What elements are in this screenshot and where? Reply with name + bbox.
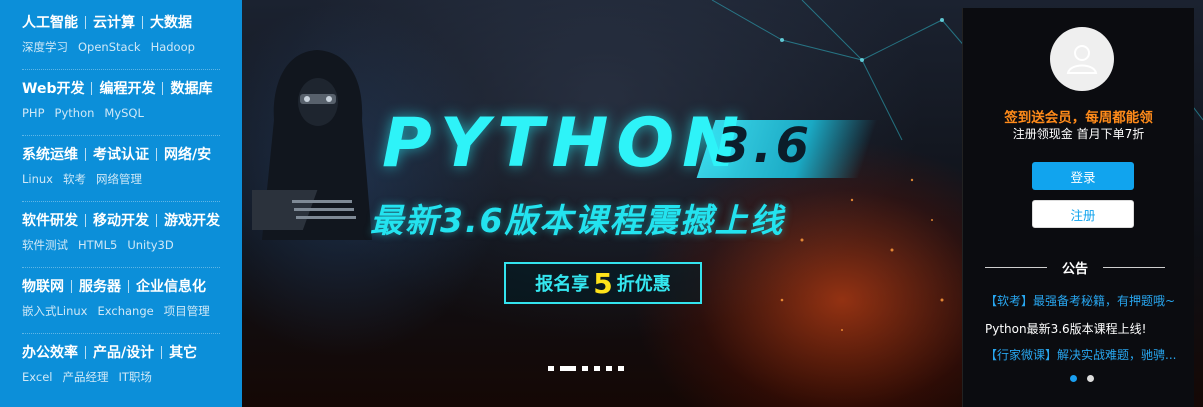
subcategory-link[interactable]: PHP	[22, 106, 45, 120]
divider	[161, 345, 163, 359]
divider	[91, 81, 93, 95]
category-link[interactable]: 产品/设计	[93, 342, 154, 362]
category-main-row: 物联网 服务器 企业信息化	[22, 274, 242, 298]
category-group: Web开发 编程开发 数据库 PHP Python MySQL	[22, 76, 242, 142]
divider	[985, 267, 1047, 268]
subcategory-link[interactable]: 网络管理	[96, 171, 142, 187]
category-main-row: 系统运维 考试认证 网络/安	[22, 142, 242, 166]
category-link[interactable]: 物联网	[22, 276, 64, 296]
subcategory-link[interactable]: OpenStack	[78, 40, 141, 54]
carousel-dot[interactable]	[582, 366, 588, 371]
category-link[interactable]: 其它	[169, 342, 197, 362]
subcategory-link[interactable]: MySQL	[104, 106, 144, 120]
divider	[85, 147, 86, 161]
category-main-row: Web开发 编程开发 数据库	[22, 76, 242, 100]
subcategory-link[interactable]: IT职场	[118, 369, 151, 385]
subcategory-link[interactable]: Hadoop	[151, 40, 195, 54]
login-button[interactable]: 登录	[1032, 162, 1134, 190]
subcategory-link[interactable]: Exchange	[98, 304, 154, 318]
promo-button[interactable]: 报名享 5 折优惠	[504, 262, 702, 304]
notice-title: 公告	[1062, 262, 1089, 277]
category-link[interactable]: Web开发	[22, 78, 84, 98]
subcategory-link[interactable]: 深度学习	[22, 39, 68, 55]
promo-number: 5	[593, 266, 613, 300]
notice-dot[interactable]	[1087, 375, 1094, 382]
category-sub-row: 嵌入式Linux Exchange 项目管理	[22, 302, 242, 320]
category-link[interactable]: 网络/安	[164, 144, 211, 164]
subcategory-link[interactable]: Unity3D	[127, 238, 173, 252]
category-link[interactable]: 大数据	[150, 12, 192, 32]
hacker-illustration	[252, 50, 372, 240]
divider	[162, 81, 164, 95]
notice-item[interactable]: Python最新3.6版本课程上线!	[985, 320, 1190, 337]
category-link[interactable]: 系统运维	[22, 144, 78, 164]
carousel-dot[interactable]	[548, 366, 554, 371]
category-sub-row: Linux 软考 网络管理	[22, 170, 242, 188]
carousel-dot[interactable]	[594, 366, 600, 371]
category-group: 软件研发 移动开发 游戏开发 软件测试 HTML5 Unity3D	[22, 208, 242, 274]
banner-subtitle: 最新3.6版本课程震撼上线	[370, 201, 785, 240]
promo-suffix: 折优惠	[616, 274, 671, 295]
subcategory-link[interactable]: 软件测试	[22, 237, 68, 253]
category-link[interactable]: 数据库	[170, 78, 212, 98]
divider	[71, 279, 72, 293]
subcategory-link[interactable]: Linux	[22, 172, 53, 186]
subcategory-link[interactable]: 软考	[63, 171, 86, 187]
register-button[interactable]: 注册	[1032, 200, 1134, 228]
subcategory-link[interactable]: Python	[55, 106, 95, 120]
category-link[interactable]: 办公效率	[22, 342, 78, 362]
category-link[interactable]: 企业信息化	[136, 276, 206, 296]
notice-item[interactable]: 【软考】最强备考秘籍，有押题哦~	[985, 292, 1190, 309]
category-link[interactable]: 云计算	[93, 12, 135, 32]
category-link[interactable]: 编程开发	[99, 78, 155, 98]
category-main-row: 软件研发 移动开发 游戏开发	[22, 208, 242, 232]
category-group: 人工智能 云计算 大数据 深度学习 OpenStack Hadoop	[22, 10, 242, 76]
notice-header: 公告	[985, 258, 1194, 277]
promo-prefix: 报名享	[535, 274, 590, 295]
divider	[128, 279, 129, 293]
subcategory-link[interactable]: 嵌入式Linux	[22, 303, 88, 319]
subcategory-link[interactable]: 产品经理	[62, 369, 108, 385]
subcategory-link[interactable]: HTML5	[78, 238, 117, 252]
category-link[interactable]: 服务器	[79, 276, 121, 296]
category-main-row: 人工智能 云计算 大数据	[22, 10, 242, 34]
user-silhouette-icon	[1066, 45, 1098, 74]
category-sub-row: 深度学习 OpenStack Hadoop	[22, 38, 242, 56]
category-link[interactable]: 人工智能	[22, 12, 78, 32]
category-sidebar: 人工智能 云计算 大数据 深度学习 OpenStack Hadoop Web开发…	[0, 0, 242, 407]
category-group: 物联网 服务器 企业信息化 嵌入式Linux Exchange 项目管理	[22, 274, 242, 340]
divider	[85, 15, 86, 29]
register-promo: 注册领现金 首月下单7折	[1012, 127, 1145, 141]
notice-pagination	[1070, 375, 1094, 382]
subcategory-link[interactable]: Excel	[22, 370, 52, 384]
category-group: 系统运维 考试认证 网络/安 Linux 软考 网络管理	[22, 142, 242, 208]
divider	[1103, 267, 1166, 268]
category-main-row: 办公效率 产品/设计 其它	[22, 340, 242, 364]
category-link[interactable]: 游戏开发	[164, 210, 220, 230]
category-sub-row: 软件测试 HTML5 Unity3D	[22, 236, 242, 254]
user-avatar-icon[interactable]	[1050, 27, 1114, 91]
carousel-indicators	[548, 366, 624, 371]
divider	[85, 345, 86, 359]
user-panel: 签到送会员，每周都能领 注册领现金 首月下单7折 登录 注册 公告 【软考】最强…	[962, 8, 1194, 407]
category-sub-row: Excel 产品经理 IT职场	[22, 368, 242, 386]
category-link[interactable]: 考试认证	[93, 144, 149, 164]
divider	[156, 147, 157, 161]
carousel-dot-active[interactable]	[560, 366, 576, 371]
notice-item[interactable]: 【行家微课】解决实战难题，驰骋...	[985, 346, 1190, 363]
category-link[interactable]: 移动开发	[93, 210, 149, 230]
banner-title: PYTHON	[382, 104, 748, 183]
carousel-dot[interactable]	[606, 366, 612, 371]
carousel-dot[interactable]	[618, 366, 624, 371]
subcategory-link[interactable]: 项目管理	[164, 303, 210, 319]
signin-promo[interactable]: 签到送会员，每周都能领	[963, 106, 1194, 126]
category-group: 办公效率 产品/设计 其它 Excel 产品经理 IT职场	[22, 340, 242, 406]
divider	[142, 15, 143, 29]
banner-version: 3.6	[716, 118, 814, 174]
category-sub-row: PHP Python MySQL	[22, 104, 242, 122]
divider	[85, 213, 86, 227]
notice-dot-active[interactable]	[1070, 375, 1077, 382]
category-link[interactable]: 软件研发	[22, 210, 78, 230]
divider	[156, 213, 157, 227]
